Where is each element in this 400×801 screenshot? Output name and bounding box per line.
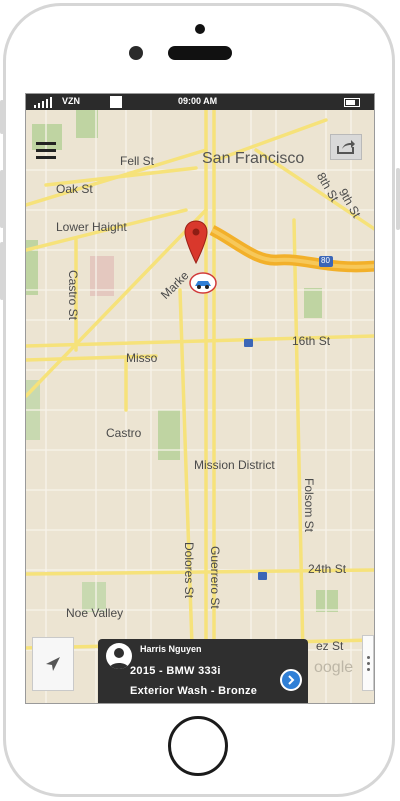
- map-label-highway-80: 80: [321, 256, 330, 265]
- map-label-noe-valley: Noe Valley: [66, 606, 124, 620]
- current-location-button[interactable]: [32, 637, 74, 691]
- proximity-sensor: [129, 46, 143, 60]
- volume-up-button: [0, 170, 4, 228]
- menu-icon[interactable]: [36, 142, 56, 160]
- map-label-dolores-st: Dolores St: [182, 542, 196, 599]
- map-label-folsom-st: Folsom St: [302, 478, 316, 533]
- status-time: 09:00 AM: [178, 96, 218, 106]
- home-button[interactable]: [168, 716, 228, 776]
- map-label-lower-haight: Lower Haight: [56, 220, 127, 234]
- power-button: [396, 168, 400, 230]
- booking-info-card[interactable]: Harris Nguyen 2015 - BMW 333i Exterior W…: [98, 639, 308, 703]
- sim-indicator: [110, 96, 122, 108]
- volume-rocker: [0, 100, 4, 134]
- driver-name: Harris Nguyen: [140, 644, 202, 654]
- map-label-mission-district: Mission District: [194, 458, 275, 472]
- carrier-name: VZN: [62, 96, 80, 106]
- map-label-cesar-chavez-st: ez St: [316, 639, 344, 653]
- car-wash-logo-icon: [189, 272, 217, 294]
- map-label-castro: Castro: [106, 426, 142, 440]
- status-bar: VZN 09:00 AM: [26, 94, 374, 110]
- map-label-16th-st: 16th St: [292, 334, 331, 348]
- earpiece-speaker: [168, 46, 232, 60]
- map-view[interactable]: San Francisco Fell St Oak St Lower Haigh…: [26, 110, 374, 703]
- map-label-24th-st: 24th St: [308, 562, 347, 576]
- signal-strength-icon: [34, 97, 52, 108]
- volume-down-button: [0, 242, 4, 300]
- details-button[interactable]: [280, 669, 302, 691]
- map-label-mission-st: Misso: [126, 351, 158, 365]
- share-icon: [337, 140, 355, 154]
- chevron-right-icon: [288, 675, 295, 685]
- front-camera: [195, 24, 205, 34]
- map-label-san-francisco: San Francisco: [202, 150, 305, 167]
- location-arrow-icon: [46, 657, 60, 671]
- map-label-fell-st: Fell St: [120, 154, 155, 168]
- map-label-castro-st: Castro St: [66, 270, 80, 321]
- vehicle-info: 2015 - BMW 333i: [130, 665, 221, 677]
- map-label-oak-st: Oak St: [56, 182, 93, 196]
- app-screen: VZN 09:00 AM San Francisco Fell St Oak S…: [25, 93, 375, 704]
- service-info: Exterior Wash - Bronze: [130, 685, 258, 697]
- map-label-guerrero-st: Guerrero St: [208, 546, 222, 609]
- share-button[interactable]: [330, 134, 362, 160]
- map-watermark: oogle: [314, 659, 354, 676]
- user-avatar-icon: [106, 643, 132, 669]
- battery-icon: [344, 98, 360, 107]
- more-vertical-icon[interactable]: [362, 635, 374, 691]
- map-pin-icon[interactable]: [184, 220, 208, 264]
